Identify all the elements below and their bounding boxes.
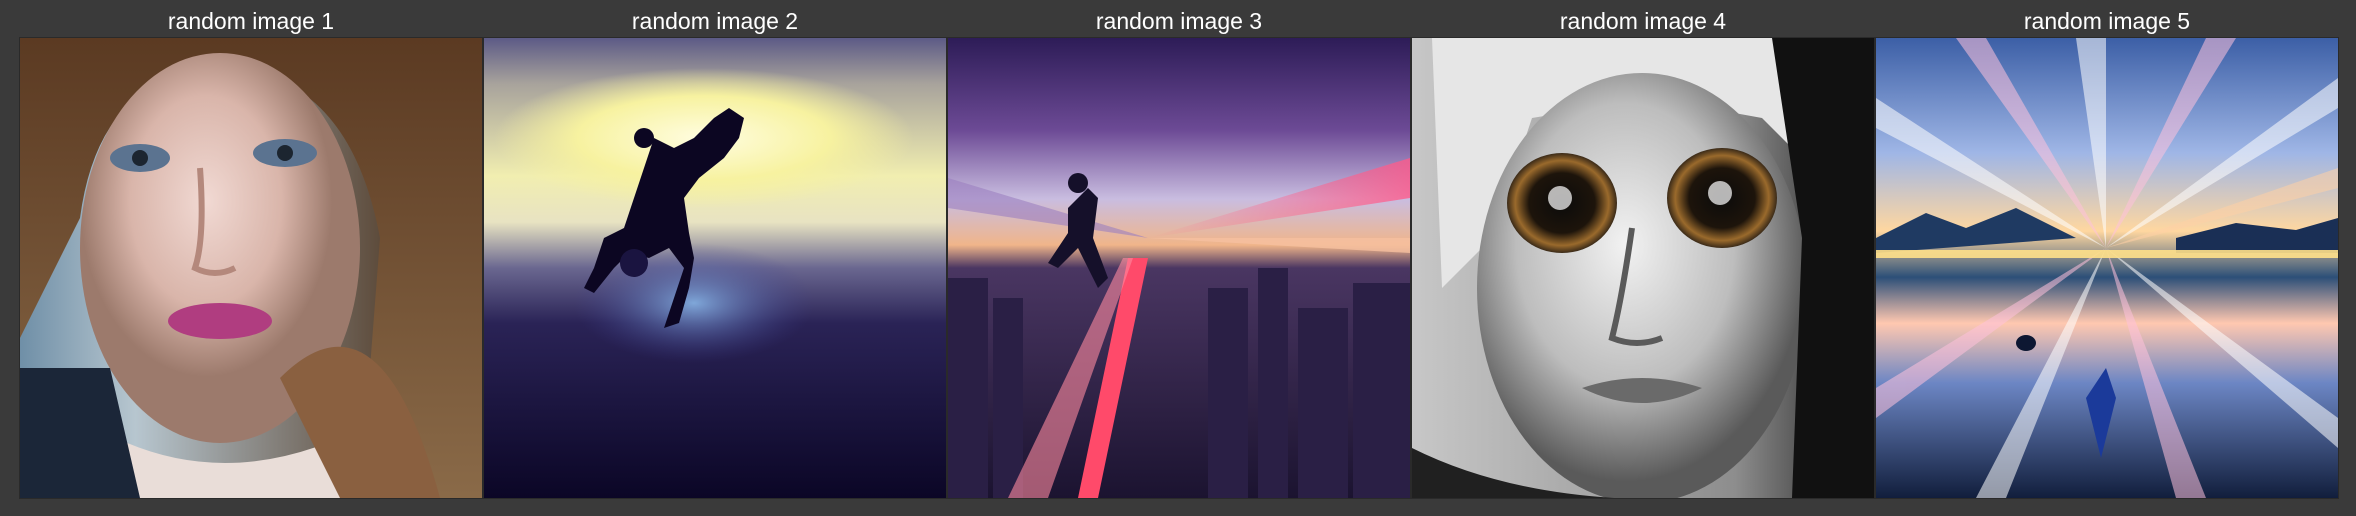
image-5 <box>1875 37 2339 499</box>
image-1 <box>19 37 483 499</box>
gallery-tile-2: random image 2 <box>483 0 947 500</box>
gallery-tile-5: random image 5 <box>1875 0 2339 500</box>
image-3 <box>947 37 1411 499</box>
image-caption: random image 5 <box>2023 8 2191 34</box>
image-4 <box>1411 37 1875 499</box>
image-caption: random image 2 <box>631 8 799 34</box>
image-caption: random image 1 <box>167 8 335 34</box>
image-caption: random image 3 <box>1095 8 1263 34</box>
gallery-tile-1: random image 1 <box>19 0 483 500</box>
gallery-tile-4: random image 4 <box>1411 0 1875 500</box>
gallery-tile-3: random image 3 <box>947 0 1411 500</box>
image-gallery: random image 1 random image 2 random ima… <box>0 0 2356 516</box>
image-caption: random image 4 <box>1559 8 1727 34</box>
image-2 <box>483 37 947 499</box>
